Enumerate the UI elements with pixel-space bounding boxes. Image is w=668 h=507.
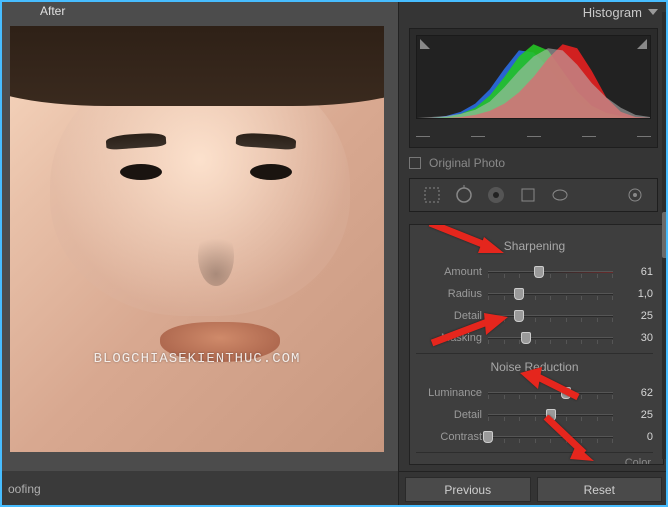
previous-button[interactable]: Previous (405, 477, 531, 502)
histogram-svg (417, 36, 650, 118)
photo-preview: BLOGCHIASEKIENTHUC.COM (10, 26, 384, 452)
original-photo-row[interactable]: Original Photo (409, 156, 658, 170)
luminance-slider[interactable] (488, 386, 613, 400)
luminance-label: Luminance (416, 387, 482, 399)
radius-value[interactable]: 1,0 (619, 288, 653, 300)
detail-panel: Sharpening Amount 61 Radius 1,0 D (409, 224, 664, 465)
contrast-label: Contrast (416, 431, 482, 443)
masking-slider[interactable] (488, 331, 613, 345)
spot-tool-icon[interactable] (452, 183, 476, 207)
detail-label: Detail (416, 310, 482, 322)
radial-tool-icon[interactable] (548, 183, 572, 207)
histogram-title: Histogram (583, 5, 642, 20)
masking-row: Masking 30 (416, 327, 653, 349)
scrollbar-vertical[interactable] (662, 12, 668, 459)
histogram-panel-header[interactable]: Histogram (399, 0, 668, 24)
bottom-bar-right: Previous Reset (399, 471, 668, 507)
sharpening-title: Sharpening (416, 239, 653, 253)
detail-row: Detail 25 (416, 305, 653, 327)
radius-slider[interactable] (488, 287, 613, 301)
luminance-value[interactable]: 62 (619, 387, 653, 399)
preview-area[interactable]: BLOGCHIASEKIENTHUC.COM (10, 26, 398, 463)
crop-tool-icon[interactable] (420, 183, 444, 207)
amount-row: Amount 61 (416, 261, 653, 283)
soft-proofing-label: oofing (8, 482, 41, 496)
ndetail-label: Detail (416, 409, 482, 421)
histogram-ticks (416, 134, 651, 137)
brush-tool-icon[interactable] (623, 183, 647, 207)
redeye-tool-icon[interactable] (484, 183, 508, 207)
bottom-bar-left: oofing (0, 471, 398, 507)
tool-strip (409, 178, 658, 212)
original-photo-label: Original Photo (429, 156, 505, 170)
reset-button[interactable]: Reset (537, 477, 663, 502)
collapse-icon (648, 9, 658, 15)
contrast-row: Contrast 0 (416, 426, 653, 448)
scrollbar-thumb[interactable] (662, 212, 668, 258)
amount-value[interactable]: 61 (619, 266, 653, 278)
masking-label: Masking (416, 332, 482, 344)
ndetail-value[interactable]: 25 (619, 409, 653, 421)
app-root: After BLOGCHIASEKIENTHUC.COM oofing Hist… (0, 0, 668, 507)
masking-value[interactable]: 30 (619, 332, 653, 344)
original-photo-checkbox[interactable] (409, 157, 421, 169)
detail-value[interactable]: 25 (619, 310, 653, 322)
watermark-text: BLOGCHIASEKIENTHUC.COM (94, 351, 301, 367)
detail-slider[interactable] (488, 309, 613, 323)
amount-label: Amount (416, 266, 482, 278)
preview-bar: After (0, 0, 398, 22)
contrast-slider[interactable] (488, 430, 613, 444)
preview-tab-after[interactable]: After (40, 4, 65, 18)
amount-slider[interactable] (488, 265, 613, 279)
right-pane: Histogram Original Photo (398, 0, 668, 507)
ndetail-row: Detail 25 (416, 404, 653, 426)
noise-title: Noise Reduction (416, 360, 653, 374)
radius-label: Radius (416, 288, 482, 300)
histogram-plot (416, 35, 651, 119)
histogram-box[interactable] (409, 28, 658, 148)
color-section-title: Color (416, 457, 653, 465)
contrast-value[interactable]: 0 (619, 431, 653, 443)
grad-tool-icon[interactable] (516, 183, 540, 207)
left-pane: After BLOGCHIASEKIENTHUC.COM oofing (0, 0, 398, 507)
radius-row: Radius 1,0 (416, 283, 653, 305)
ndetail-slider[interactable] (488, 408, 613, 422)
luminance-row: Luminance 62 (416, 382, 653, 404)
